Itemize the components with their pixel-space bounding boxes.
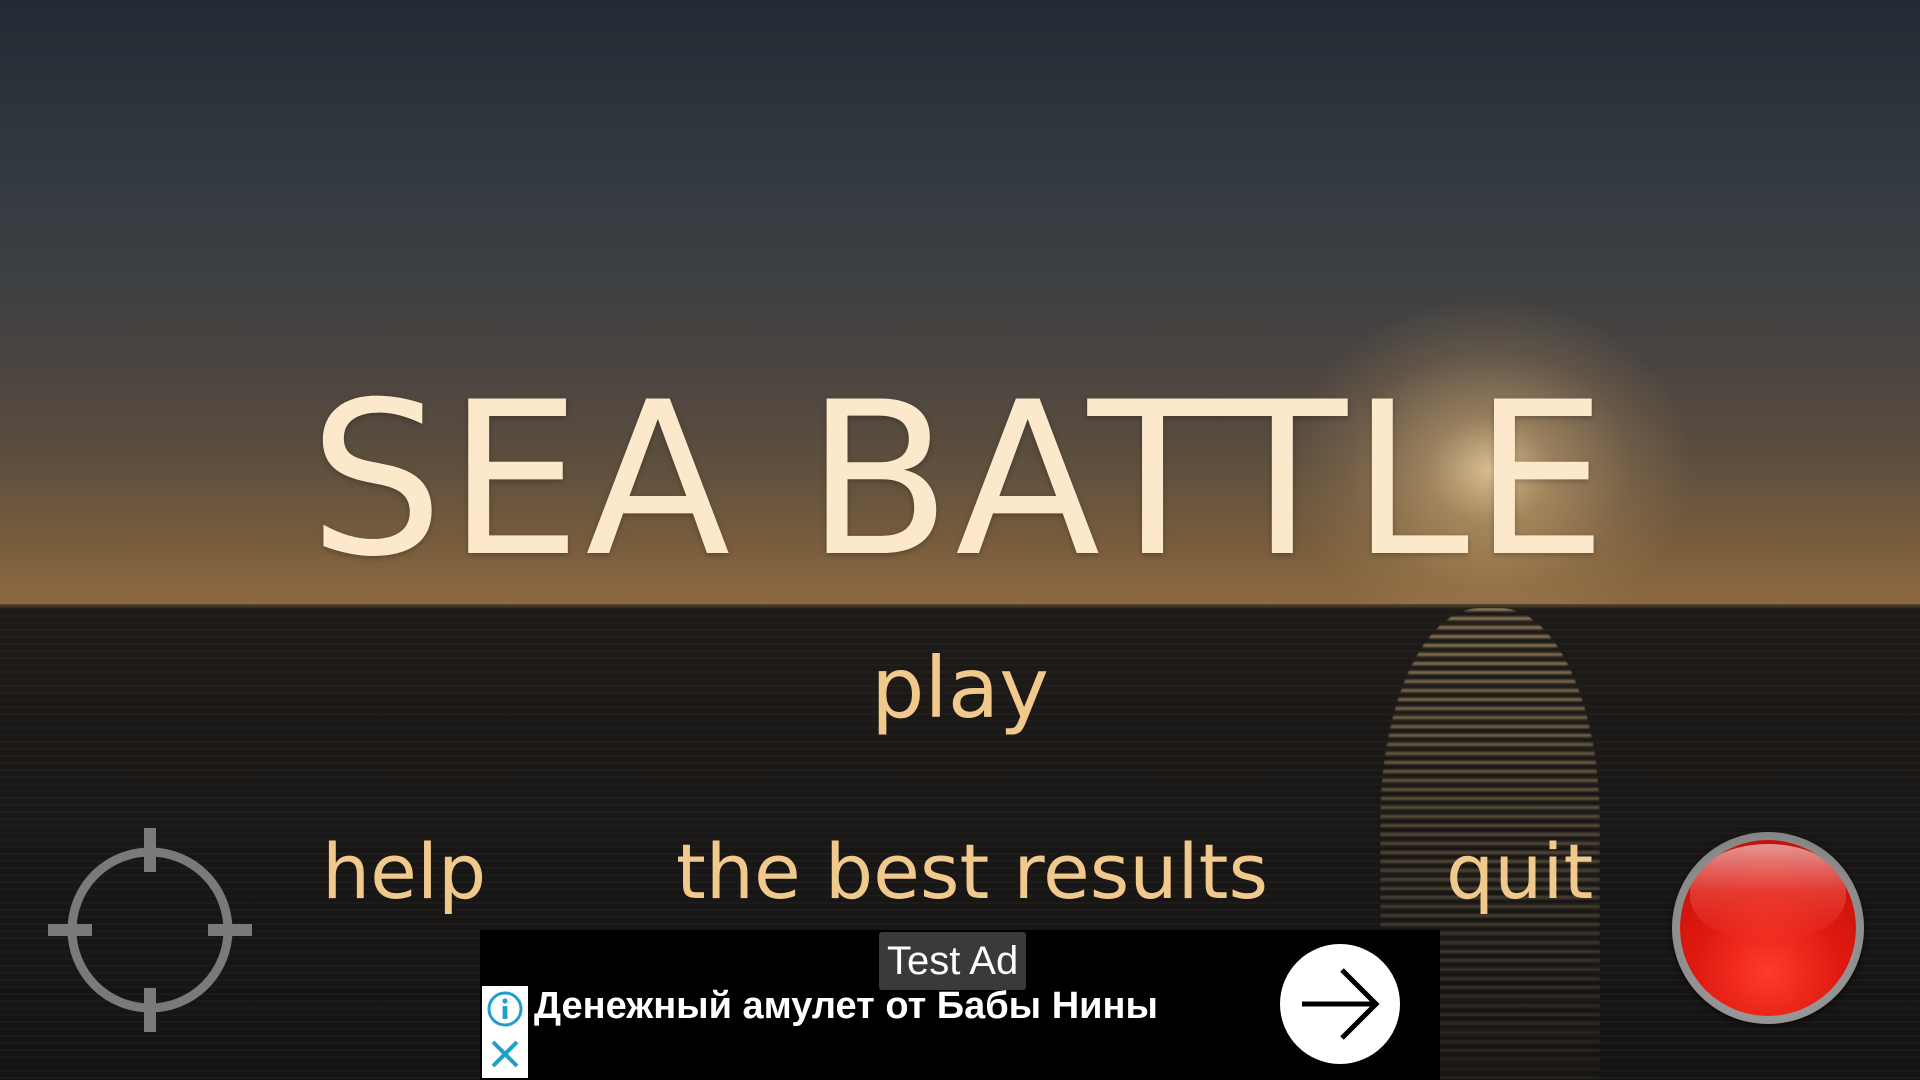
close-icon[interactable]	[487, 1036, 523, 1072]
info-icon[interactable]	[485, 989, 525, 1029]
arrow-right-icon	[1302, 968, 1380, 1040]
game-title: SEA BATTLE	[308, 356, 1612, 603]
crosshair-icon	[48, 828, 252, 1032]
help-button[interactable]: help	[322, 826, 486, 918]
game-screen: SEA BATTLE play help the best results qu…	[0, 0, 1920, 1080]
ad-choices-panel	[482, 986, 528, 1078]
ad-banner[interactable]: Test Ad Денежный амулет от Бабы Нины	[480, 930, 1440, 1080]
crosshair-button[interactable]	[48, 828, 252, 1032]
play-button[interactable]: play	[0, 638, 1920, 738]
ad-headline[interactable]: Денежный амулет от Бабы Нины	[534, 980, 1158, 1032]
quit-button[interactable]: quit	[1446, 826, 1593, 918]
red-record-button[interactable]	[1672, 832, 1864, 1024]
red-button-face	[1680, 840, 1856, 1016]
ad-open-button[interactable]	[1280, 944, 1400, 1064]
button-highlight	[1690, 844, 1846, 940]
best-results-button[interactable]: the best results	[676, 826, 1268, 918]
